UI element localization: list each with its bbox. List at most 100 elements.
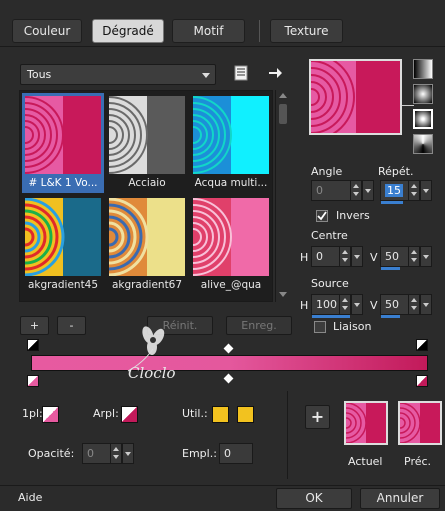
source-v-value: 50 [385,298,399,311]
linear-style-icon[interactable] [413,59,433,79]
chevron-down-icon[interactable] [351,294,363,315]
user-color-swatch-2[interactable] [237,406,254,423]
gallery-item-label: alive_@qua [200,279,262,291]
gradient-gallery: # L&K 1 Vo... Acciaio Acqua multi... akg… [19,90,273,302]
category-dropdown-value: Tous [27,68,52,81]
document-list-icon[interactable] [232,64,252,84]
user-color-label: Util.: [182,407,208,420]
repeat-level-bar [381,201,403,204]
background-label: Arpl: [93,407,119,420]
gallery-item[interactable]: akgradient67 [106,195,188,295]
gradient-preview[interactable] [309,59,402,135]
angle-spinbox[interactable]: 0 [311,180,374,201]
source-label: Source [311,277,349,290]
foreground-label: 1pl: [22,407,43,420]
spin-arrows-icon[interactable] [408,181,419,200]
help-link[interactable]: Aide [18,491,42,504]
centre-v-level-bar [381,267,400,270]
gradient-bar[interactable] [31,355,428,371]
spin-arrows-icon[interactable] [339,295,350,314]
gallery-item-label: akgradient45 [27,279,99,291]
current-label: Actuel [348,455,383,468]
rectangular-style-icon[interactable] [413,84,433,104]
source-v-level-bar [381,315,400,318]
stop-marker-bottom-right[interactable] [416,375,428,387]
gallery-scrollbar[interactable] [275,90,289,302]
source-h-label: H [300,299,309,312]
gallery-item[interactable]: Acciaio [106,93,188,193]
centre-label: Centre [311,229,348,242]
location-field[interactable]: 0 [219,443,253,464]
ok-button[interactable]: OK [276,488,352,509]
repeat-spinbox[interactable]: 15 [380,180,432,204]
stop-marker-top-right[interactable] [416,339,428,351]
tab-texture[interactable]: Texture [270,19,343,43]
center-handle-line [402,105,414,106]
cancel-button[interactable]: Annuler [360,488,440,509]
foreground-swatch[interactable] [42,406,59,423]
gradient-thumbnail [109,96,185,174]
category-dropdown[interactable]: Tous [20,64,216,85]
user-color-swatch[interactable] [212,406,229,423]
gradient-thumbnail [25,96,101,174]
arrow-right-icon[interactable] [266,64,286,84]
tab-couleur[interactable]: Couleur [12,19,82,43]
gallery-item-label: # L&K 1 Vo... [28,177,98,189]
gallery-item-label: akgradient67 [111,279,183,291]
source-v-spinbox[interactable]: 50 [380,294,432,318]
scrollbar-thumb[interactable] [279,104,287,124]
radial-style-icon[interactable] [413,109,433,129]
tab-motif[interactable]: Motif [172,19,245,43]
spin-arrows-icon[interactable] [350,181,361,200]
stop-marker-bottom-left[interactable] [27,375,39,387]
spin-arrows-icon[interactable] [339,247,350,266]
gallery-item[interactable]: akgradient45 [22,195,104,295]
link-checkbox[interactable] [314,321,326,333]
chevron-down-icon[interactable] [420,294,432,315]
spin-arrows-icon[interactable] [408,295,419,314]
background-swatch[interactable] [121,406,138,423]
tab-bar: Couleur Dégradé Motif Texture [0,0,445,46]
chevron-down-icon[interactable] [420,246,432,267]
stop-marker-top-left[interactable] [27,339,39,351]
gradient-thumbnail [109,198,185,276]
tab-degrade[interactable]: Dégradé [92,19,164,43]
centre-v-label: V [370,251,378,264]
chevron-down-icon[interactable] [122,443,134,464]
gallery-item[interactable]: alive_@qua [190,195,272,295]
gallery-item-label: Acciaio [128,177,166,189]
opacity-spinbox[interactable]: 0 [82,443,134,464]
chevron-down-icon[interactable] [420,180,432,201]
previous-label: Préc. [404,455,432,468]
scroll-up-icon[interactable] [279,93,287,98]
gallery-item-label: Acqua multi... [194,177,268,189]
source-v-label: V [370,299,378,312]
midpoint-diamond-bottom[interactable] [223,373,234,384]
spin-arrows-icon[interactable] [408,247,419,266]
sunburst-style-icon[interactable] [413,134,433,154]
add-swatch-button[interactable]: + [305,405,330,429]
location-value: 0 [224,447,231,460]
chevron-down-icon[interactable] [362,180,374,201]
previous-swatch[interactable] [398,401,442,445]
watermark-text: Cloclo [128,364,176,382]
gallery-item[interactable]: Acqua multi... [190,93,272,193]
remove-gradient-button[interactable]: - [57,316,86,335]
tab-separator [259,20,260,42]
spin-arrows-icon[interactable] [110,444,121,463]
chevron-down-icon[interactable] [351,246,363,267]
source-h-level-bar [312,315,350,318]
source-h-value: 100 [316,298,337,311]
current-swatch[interactable] [344,401,388,445]
opacity-label: Opacité: [28,447,75,460]
midpoint-diamond-top[interactable] [223,343,234,354]
angle-value: 0 [316,184,323,197]
centre-v-spinbox[interactable]: 50 [380,246,432,270]
save-button[interactable]: Enreg. [226,316,292,335]
source-h-spinbox[interactable]: 100 [311,294,363,318]
invert-checkbox[interactable] [316,210,328,222]
add-gradient-button[interactable]: + [20,316,49,335]
gallery-item[interactable]: # L&K 1 Vo... [22,93,104,193]
scroll-down-icon[interactable] [279,292,287,297]
centre-h-spinbox[interactable]: 0 [311,246,363,267]
